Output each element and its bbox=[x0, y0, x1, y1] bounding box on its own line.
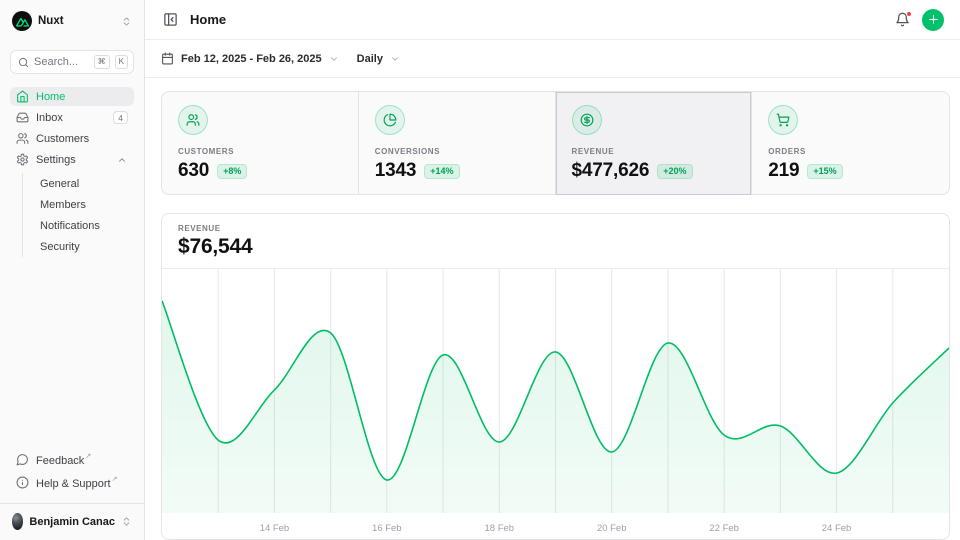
chart-header: REVENUE $76,544 bbox=[162, 214, 949, 268]
circle-dollar-icon bbox=[580, 113, 594, 127]
chart-pie-icon bbox=[383, 113, 397, 127]
kbd-k: K bbox=[115, 55, 128, 69]
x-axis-tick-label: 24 Feb bbox=[822, 523, 852, 534]
stat-label: CONVERSIONS bbox=[375, 147, 539, 156]
message-bubble-icon bbox=[16, 453, 29, 466]
search-input[interactable]: Search... ⌘ K bbox=[10, 50, 134, 74]
add-button[interactable] bbox=[922, 9, 944, 31]
x-axis-tick-label: 14 Feb bbox=[260, 523, 290, 534]
workspace-switcher[interactable]: Nuxt bbox=[10, 9, 134, 33]
revenue-area-chart[interactable]: 14 Feb 16 Feb 18 Feb 20 Feb 22 Feb 24 Feb bbox=[162, 269, 949, 539]
stat-value: $477,626 bbox=[572, 160, 650, 182]
date-range-picker[interactable]: Feb 12, 2025 - Feb 26, 2025 bbox=[161, 52, 339, 65]
user-avatar bbox=[12, 513, 23, 530]
stat-value: 219 bbox=[768, 160, 799, 182]
period-value: Daily bbox=[357, 53, 383, 65]
external-link-icon: ↗ bbox=[112, 476, 118, 483]
sidebar-nav: Home Inbox 4 Customers Settings Genera bbox=[10, 87, 134, 257]
nuxt-logo-icon bbox=[12, 11, 32, 31]
sidebar-item-label: Home bbox=[36, 91, 128, 103]
notification-dot bbox=[906, 11, 912, 17]
stat-card-revenue[interactable]: REVENUE $477,626 +20% bbox=[556, 92, 753, 195]
dashboard-content: CUSTOMERS 630 +8% CONVERSIONS 1343 +14% bbox=[145, 78, 960, 540]
sidebar-item-security[interactable]: Security bbox=[34, 236, 134, 257]
revenue-chart-card: REVENUE $76,544 14 Feb 16 Feb 18 Feb 20 Feb… bbox=[161, 213, 950, 540]
chevron-up-icon bbox=[115, 153, 128, 166]
external-link-icon: ↗ bbox=[85, 453, 91, 460]
stats-row: CUSTOMERS 630 +8% CONVERSIONS 1343 +14% bbox=[161, 91, 950, 195]
stat-change-badge: +14% bbox=[424, 164, 459, 179]
users-icon bbox=[16, 132, 29, 145]
stat-card-conversions[interactable]: CONVERSIONS 1343 +14% bbox=[359, 92, 556, 195]
sidebar-item-general[interactable]: General bbox=[34, 173, 134, 194]
sidebar-item-members[interactable]: Members bbox=[34, 194, 134, 215]
chart-label: REVENUE bbox=[178, 224, 933, 234]
shopping-cart-icon bbox=[776, 113, 790, 127]
inbox-icon bbox=[16, 111, 29, 124]
chevrons-up-down-icon bbox=[121, 516, 132, 527]
sidebar-item-settings[interactable]: Settings bbox=[10, 150, 134, 169]
date-range-value: Feb 12, 2025 - Feb 26, 2025 bbox=[181, 53, 322, 65]
sidebar-item-label: Customers bbox=[36, 133, 128, 145]
stat-value: 1343 bbox=[375, 160, 417, 182]
stat-change-badge: +15% bbox=[807, 164, 842, 179]
notifications-button[interactable] bbox=[893, 10, 912, 29]
chevrons-up-down-icon bbox=[121, 16, 132, 27]
search-placeholder: Search... bbox=[34, 56, 89, 68]
stat-card-customers[interactable]: CUSTOMERS 630 +8% bbox=[162, 92, 359, 195]
chevron-down-icon bbox=[329, 54, 339, 64]
sidebar-item-label: Inbox bbox=[36, 112, 106, 124]
sidebar: Nuxt Search... ⌘ K Home Inbox 4 bbox=[0, 0, 145, 540]
stat-label: CUSTOMERS bbox=[178, 147, 342, 156]
sidebar-item-feedback[interactable]: Feedback↗ bbox=[10, 449, 134, 470]
users-icon bbox=[186, 113, 200, 127]
sidebar-toggle-button[interactable] bbox=[161, 10, 180, 29]
chart-total: $76,544 bbox=[178, 234, 933, 260]
stat-label: ORDERS bbox=[768, 147, 933, 156]
stat-change-badge: +8% bbox=[217, 164, 247, 179]
filters-toolbar: Feb 12, 2025 - Feb 26, 2025 Daily bbox=[145, 40, 960, 78]
x-axis-tick-label: 18 Feb bbox=[485, 523, 515, 534]
calendar-icon bbox=[161, 52, 174, 65]
inbox-count-badge: 4 bbox=[113, 111, 128, 124]
sidebar-item-help-support[interactable]: Help & Support↗ bbox=[10, 472, 134, 493]
sidebar-item-label: Help & Support bbox=[36, 478, 111, 490]
stat-label: REVENUE bbox=[572, 147, 736, 156]
settings-subnav: General Members Notifications Security bbox=[22, 173, 134, 257]
chevron-down-icon bbox=[390, 54, 400, 64]
sidebar-footer: Feedback↗ Help & Support↗ Benjamin Canac bbox=[10, 449, 134, 532]
x-axis-tick-label: 16 Feb bbox=[372, 523, 402, 534]
user-name: Benjamin Canac bbox=[29, 516, 115, 528]
workspace-name: Nuxt bbox=[38, 15, 115, 27]
sidebar-item-label: Feedback bbox=[36, 455, 84, 467]
search-icon bbox=[18, 57, 29, 68]
sidebar-item-customers[interactable]: Customers bbox=[10, 129, 134, 148]
info-circle-icon bbox=[16, 476, 29, 489]
kbd-cmd: ⌘ bbox=[94, 55, 110, 69]
stat-value: 630 bbox=[178, 160, 209, 182]
stat-change-badge: +20% bbox=[657, 164, 692, 179]
gear-icon bbox=[16, 153, 29, 166]
stat-card-orders[interactable]: ORDERS 219 +15% bbox=[752, 92, 949, 195]
sidebar-item-inbox[interactable]: Inbox 4 bbox=[10, 108, 134, 127]
sidebar-item-label: Settings bbox=[36, 154, 108, 166]
x-axis-tick-label: 22 Feb bbox=[709, 523, 739, 534]
period-select[interactable]: Daily bbox=[357, 53, 400, 65]
x-axis-tick-label: 20 Feb bbox=[597, 523, 627, 534]
home-icon bbox=[16, 90, 29, 103]
chart-body: 14 Feb 16 Feb 18 Feb 20 Feb 22 Feb 24 Feb bbox=[162, 268, 949, 539]
page-header: Home bbox=[145, 0, 960, 40]
sidebar-item-notifications[interactable]: Notifications bbox=[34, 215, 134, 236]
page-title: Home bbox=[190, 12, 226, 27]
main-area: Home Feb 12, 2025 - Feb 26, 2025 Daily bbox=[145, 0, 960, 540]
user-menu[interactable]: Benjamin Canac bbox=[0, 503, 144, 532]
sidebar-item-home[interactable]: Home bbox=[10, 87, 134, 106]
